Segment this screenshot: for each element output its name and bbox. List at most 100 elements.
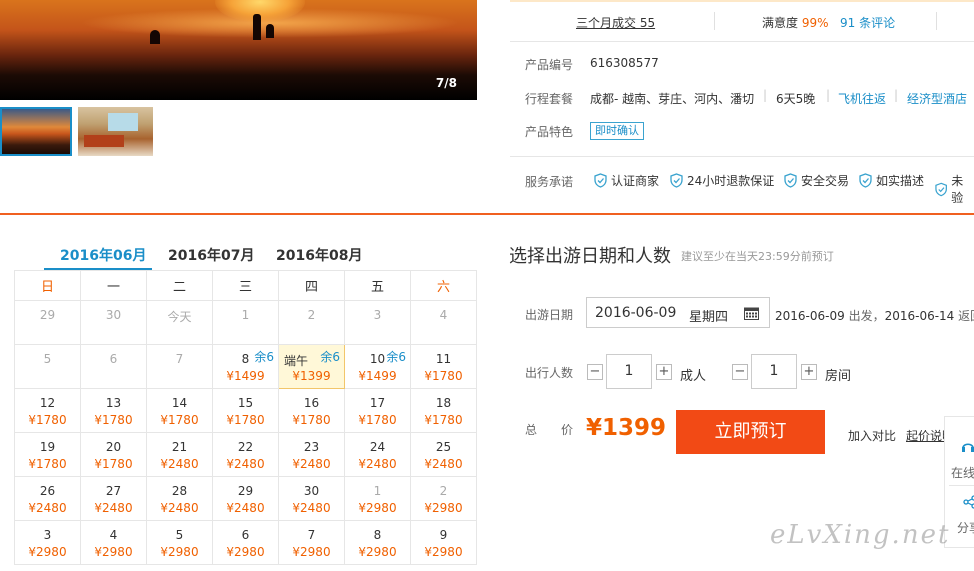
sales-count-link[interactable]: 三个月成交 55 (576, 14, 655, 31)
calendar-day-cell[interactable]: 15 ¥1780 (212, 388, 279, 433)
calendar-day-cell[interactable]: 29 ¥2480 (212, 476, 279, 521)
calendar-day-number: 12 (39, 396, 56, 410)
book-now-button[interactable]: 立即预订 (676, 410, 825, 454)
hotel-link[interactable]: 经济型酒店 (907, 90, 967, 107)
calendar-day-price: ¥2480 (424, 457, 463, 471)
calendar-day-cell[interactable]: 14 ¥1780 (146, 388, 213, 433)
calendar-day-cell[interactable]: 25 ¥2480 (410, 432, 477, 477)
silhouette-sitting (150, 30, 160, 44)
reviews-link[interactable]: 91 条评论 (840, 14, 895, 31)
calendar-day-cell[interactable]: 26 ¥2480 (14, 476, 81, 521)
adults-plus-button[interactable]: + (656, 364, 672, 380)
shield-check-icon (670, 173, 683, 188)
tab-2016-08[interactable]: 2016年08月 (276, 245, 362, 265)
weekday-wed: 三 (212, 270, 279, 301)
divider (936, 12, 937, 30)
calendar-day-cell[interactable]: 22 ¥2480 (212, 432, 279, 477)
calendar-day-number: 6 (109, 352, 118, 366)
rooms-plus-button[interactable]: + (801, 364, 817, 380)
route-value: 成都- 越南、芽庄、河内、潘切 (590, 92, 755, 106)
product-id-label: 产品编号 (525, 58, 574, 72)
calendar-day-cell[interactable]: 6 ¥2980 (212, 520, 279, 565)
flight-link[interactable]: 飞机往返 (838, 90, 886, 107)
calendar-day-price: ¥2980 (358, 545, 397, 559)
calendar-day-cell[interactable]: 19 ¥1780 (14, 432, 81, 477)
calendar-day-price: ¥1780 (424, 413, 463, 427)
service-item: 24小时退款保证 (670, 172, 774, 189)
calendar-day-number: 23 (303, 440, 320, 454)
calendar-day-cell[interactable]: 12 ¥1780 (14, 388, 81, 433)
add-compare-link[interactable]: 加入对比 (848, 427, 896, 444)
calendar-day-cell[interactable]: 28 ¥2480 (146, 476, 213, 521)
weekday-fri: 五 (344, 270, 411, 301)
calendar-day-price: ¥1780 (292, 413, 331, 427)
calendar-day-cell[interactable]: 3 ¥2980 (14, 520, 81, 565)
calendar-day-price: ¥1780 (28, 457, 67, 471)
calendar-day-price: ¥1399 (292, 369, 331, 383)
online-service-link[interactable]: 在线 (951, 464, 974, 481)
calendar-day-cell[interactable]: 13 ¥1780 (80, 388, 147, 433)
calendar-day-price: ¥2980 (226, 545, 265, 559)
calendar-day-cell[interactable]: 17 ¥1780 (344, 388, 411, 433)
satisfaction: 满意度 99% (762, 16, 829, 30)
calendar-day-cell[interactable]: 7 ¥2980 (278, 520, 345, 565)
travel-date-picker[interactable]: 2016-06-09 星期四 (586, 297, 770, 328)
calendar-day-number: 2 (439, 484, 448, 498)
calendar-day-number: 5 (43, 352, 52, 366)
thumbnail-room[interactable] (78, 107, 153, 156)
silhouette-person (253, 14, 261, 40)
calendar-day-number: 28 (171, 484, 188, 498)
calendar-day-cell[interactable]: 8 ¥2980 (344, 520, 411, 565)
calendar-day-price: ¥2980 (28, 545, 67, 559)
tab-2016-06[interactable]: 2016年06月 (60, 245, 146, 265)
adults-unit: 成人 (680, 369, 707, 384)
calendar-day-number: 17 (369, 396, 386, 410)
calendar-day-cell[interactable]: 20 ¥1780 (80, 432, 147, 477)
calendar-day-cell[interactable]: 30 ¥2480 (278, 476, 345, 521)
calendar-day-cell[interactable]: 5 ¥2980 (146, 520, 213, 565)
rooms-minus-button[interactable]: − (732, 364, 748, 380)
calendar-day-number: 24 (369, 440, 386, 454)
calendar-day-cell[interactable]: 1 ¥2980 (344, 476, 411, 521)
calendar-day-number: 13 (105, 396, 122, 410)
calendar-day-cell[interactable]: 18 ¥1780 (410, 388, 477, 433)
calendar-remaining-badge: 余6 (320, 350, 340, 364)
total-price: ¥1399 (586, 415, 667, 441)
room-bed (84, 135, 124, 147)
calendar-day-cell[interactable]: 9 ¥2980 (410, 520, 477, 565)
calendar-day-price: ¥2480 (226, 457, 265, 471)
calendar-day-cell[interactable]: 端午 余6 ¥1399 (278, 344, 345, 389)
calendar-icon[interactable] (744, 306, 759, 320)
main-photo[interactable]: 7/8 (0, 0, 477, 100)
calendar-day-cell[interactable]: 8 余6 ¥1499 (212, 344, 279, 389)
share-icon[interactable] (963, 495, 974, 509)
calendar-day-cell[interactable]: 23 ¥2480 (278, 432, 345, 477)
calendar-day-cell[interactable]: 10 余6 ¥1499 (344, 344, 411, 389)
calendar-day-cell[interactable]: 11 ¥1780 (410, 344, 477, 389)
calendar-day-number: 2 (307, 308, 316, 322)
instant-confirm-tag: 即时确认 (590, 122, 644, 140)
calendar-day-cell[interactable]: 4 ¥2980 (80, 520, 147, 565)
adults-count-input[interactable]: 1 (606, 354, 652, 389)
silhouette-child (266, 24, 274, 38)
calendar-day-cell[interactable]: 2 ¥2980 (410, 476, 477, 521)
weekday-sun: 日 (14, 270, 81, 301)
calendar-day-cell[interactable]: 27 ¥2480 (80, 476, 147, 521)
travel-weekday: 星期四 (689, 310, 729, 325)
shield-check-icon (594, 173, 607, 188)
rooms-count-input[interactable]: 1 (751, 354, 797, 389)
calendar-day-number: 25 (435, 440, 452, 454)
calendar-day-price: ¥2980 (358, 501, 397, 515)
service-item: 未验 (935, 172, 974, 206)
share-link[interactable]: 分享 (957, 519, 974, 536)
calendar-day-number: 3 (43, 528, 52, 542)
calendar-day-cell[interactable]: 16 ¥1780 (278, 388, 345, 433)
tab-2016-07[interactable]: 2016年07月 (168, 245, 254, 265)
calendar-day-cell[interactable]: 21 ¥2480 (146, 432, 213, 477)
adults-minus-button[interactable]: − (587, 364, 603, 380)
weekday-header: 日 一 二 三 四 五 六 (14, 270, 477, 301)
calendar-day-cell[interactable]: 24 ¥2480 (344, 432, 411, 477)
thumbnail-sunset[interactable] (0, 107, 72, 156)
shield-check-icon (784, 173, 797, 188)
headset-icon[interactable] (961, 439, 974, 455)
